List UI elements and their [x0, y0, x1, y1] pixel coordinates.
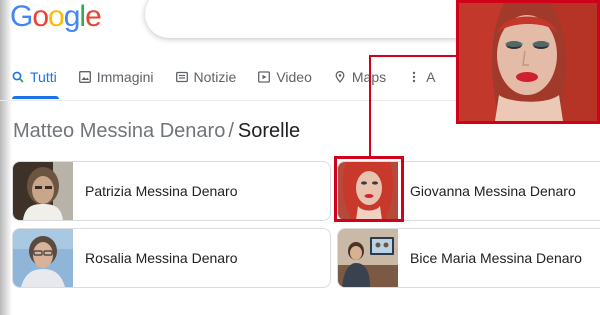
logo-letter: G — [10, 0, 33, 33]
search-tabs: Tutti Immagini Notizie Video Maps A — [12, 66, 457, 102]
breadcrumb-parent[interactable]: Matteo Messina Denaro — [13, 120, 225, 142]
person-photo — [338, 229, 398, 287]
page-edge-shadow — [0, 0, 12, 315]
highlight-connector-horizontal — [369, 55, 459, 57]
tab-maps[interactable]: Maps — [334, 66, 396, 88]
tab-immagini[interactable]: Immagini — [78, 66, 164, 88]
map-pin-icon — [334, 71, 346, 83]
logo-letter: g — [63, 0, 81, 33]
tab-more[interactable]: A — [408, 66, 445, 88]
person-name: Giovanna Messina Denaro — [410, 183, 576, 199]
logo-letter: o — [32, 0, 49, 33]
tab-label: A — [426, 69, 436, 85]
breadcrumb-current: Sorelle — [237, 120, 301, 142]
news-icon — [175, 71, 188, 83]
tab-notizie[interactable]: Notizie — [175, 66, 247, 88]
tab-label: Tutti — [30, 69, 57, 85]
tab-label: Notizie — [193, 69, 237, 85]
breadcrumb-separator: / — [228, 120, 234, 142]
person-photo — [13, 229, 73, 287]
person-card-rosalia[interactable]: Rosalia Messina Denaro — [12, 228, 331, 288]
image-icon — [78, 71, 91, 83]
logo-letter: e — [85, 0, 102, 33]
search-icon — [12, 71, 24, 83]
breadcrumb: Matteo Messina Denaro / Sorelle — [13, 120, 300, 143]
tab-label: Video — [276, 69, 312, 85]
highlight-connector-vertical — [369, 55, 371, 156]
person-card-giovanna[interactable]: Giovanna Messina Denaro — [337, 161, 600, 221]
person-photo — [13, 162, 73, 220]
google-logo[interactable]: Google — [10, 0, 102, 34]
tab-label: Immagini — [96, 69, 154, 85]
person-name: Bice Maria Messina Denaro — [410, 250, 582, 266]
play-icon — [258, 71, 271, 83]
tab-video[interactable]: Video — [258, 66, 322, 88]
more-vert-icon — [408, 71, 420, 83]
person-photo — [338, 162, 398, 220]
tab-tutti[interactable]: Tutti — [12, 66, 67, 99]
person-name: Rosalia Messina Denaro — [85, 250, 238, 266]
person-card-patrizia[interactable]: Patrizia Messina Denaro — [12, 161, 331, 221]
logo-letter: o — [48, 0, 65, 33]
zoomed-photo-inset — [456, 0, 600, 124]
person-name: Patrizia Messina Denaro — [85, 183, 238, 199]
person-card-bice-maria[interactable]: Bice Maria Messina Denaro — [337, 228, 600, 288]
